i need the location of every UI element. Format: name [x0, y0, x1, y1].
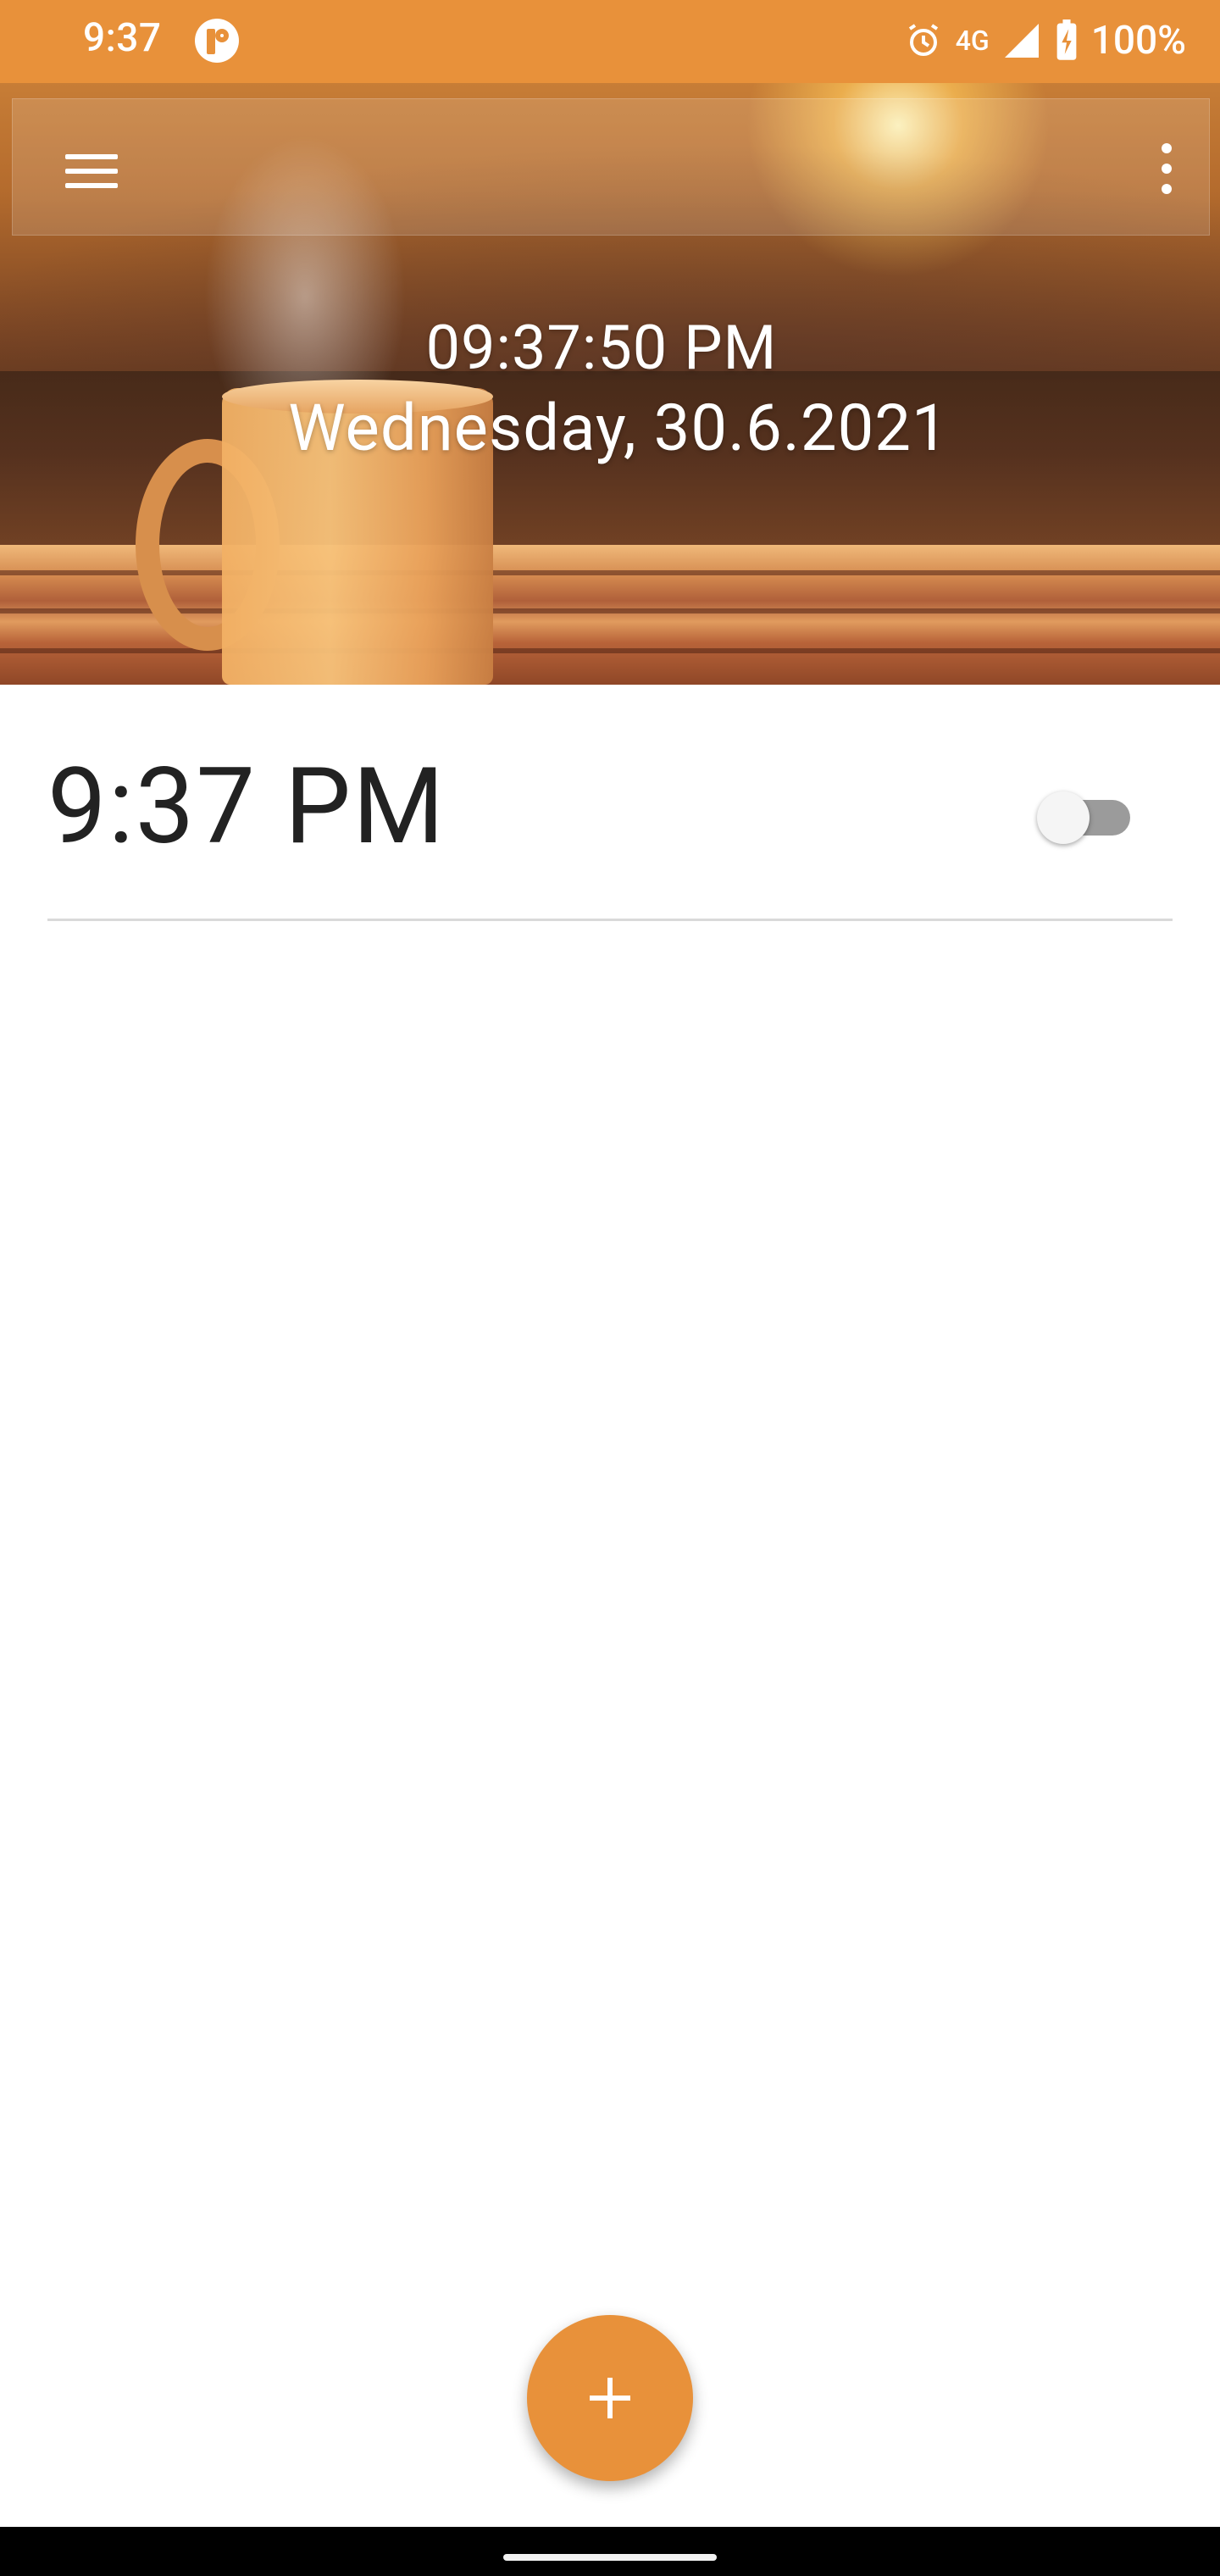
battery-charging-icon	[1054, 19, 1079, 62]
alarm-clock-icon	[903, 20, 944, 61]
toolbar	[12, 98, 1210, 236]
alarm-list-item[interactable]: 9:37 PM	[47, 729, 1173, 924]
list-divider	[47, 919, 1173, 921]
status-bar: 9:37 4G 100%	[0, 0, 1220, 83]
alarm-time: 9:37 PM	[47, 746, 446, 869]
notification-app-icon	[195, 19, 239, 63]
header-background-image: 09:37:50 PM Wednesday, 30.6.2021	[0, 83, 1220, 685]
toggle-thumb	[1037, 791, 1090, 844]
alarm-enable-toggle[interactable]	[1037, 780, 1139, 844]
hamburger-menu-icon[interactable]	[55, 146, 123, 197]
more-options-icon[interactable]	[1140, 135, 1190, 203]
add-alarm-button[interactable]	[527, 2315, 693, 2481]
signal-icon	[1001, 20, 1042, 61]
plus-icon	[607, 2378, 613, 2418]
status-icons: 4G 100%	[903, 15, 1186, 66]
current-time: 09:37:50 PM	[425, 312, 778, 384]
navigation-bar	[0, 2527, 1220, 2576]
table-plank-line	[0, 648, 1220, 653]
battery-percentage: 100%	[1090, 18, 1186, 64]
current-date: Wednesday, 30.6.2021	[288, 390, 949, 466]
network-type: 4G	[955, 25, 990, 57]
home-gesture-handle[interactable]	[503, 2554, 717, 2561]
status-time: 9:37	[83, 15, 162, 61]
